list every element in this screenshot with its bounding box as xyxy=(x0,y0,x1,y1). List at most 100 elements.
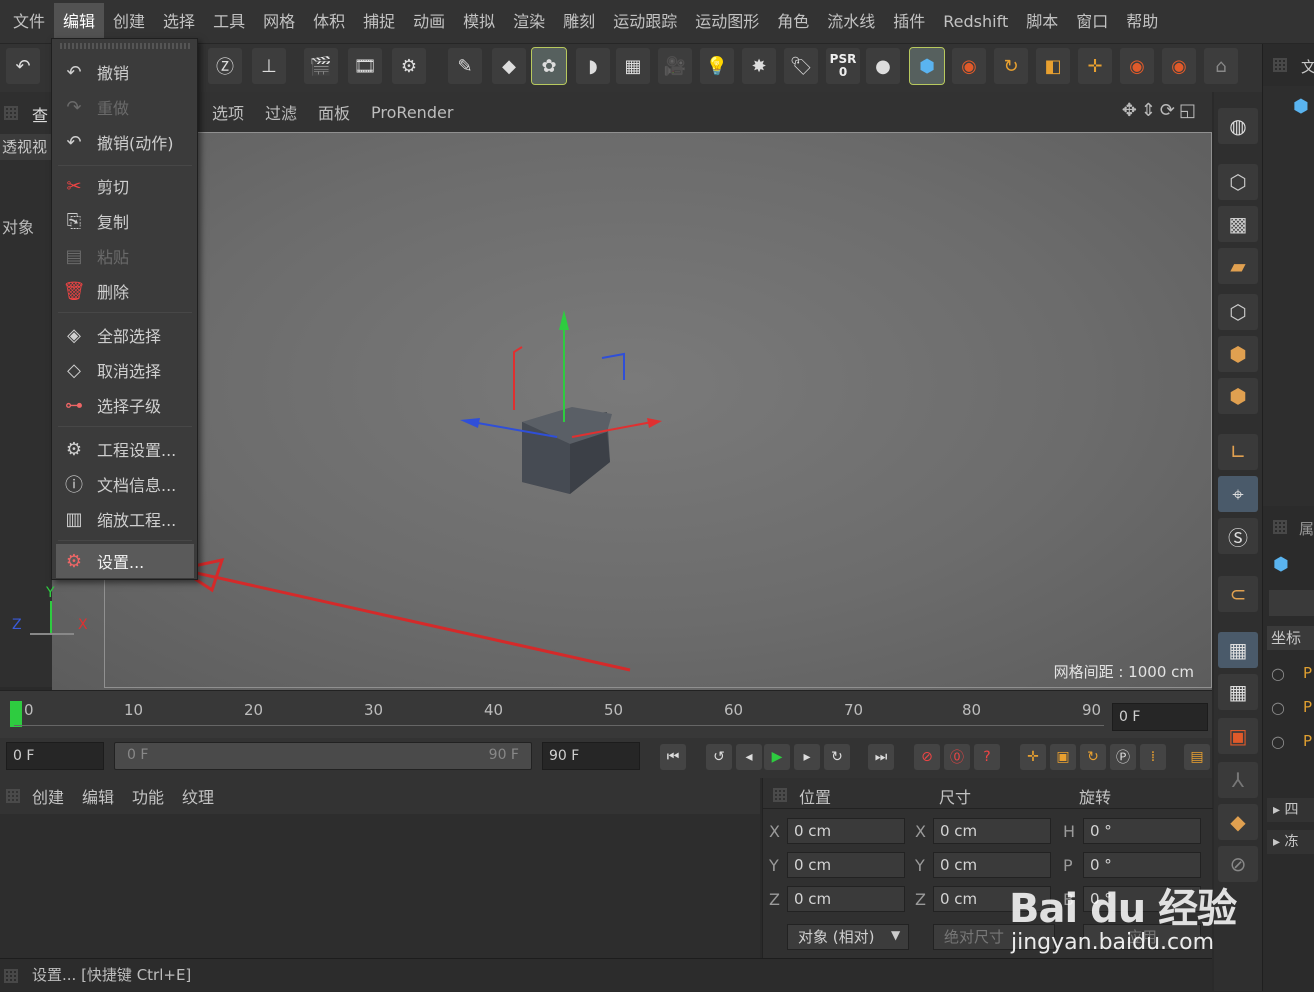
menu-pipeline[interactable]: 流水线 xyxy=(818,3,884,41)
current-frame-field[interactable]: 0 F xyxy=(1112,703,1208,731)
menu-animate[interactable]: 动画 xyxy=(404,3,454,41)
material-menu-function[interactable]: 功能 xyxy=(132,784,164,808)
playhead[interactable] xyxy=(10,701,22,727)
point-mode-icon[interactable]: ⬡ xyxy=(1218,294,1258,330)
z-axis-lock-icon[interactable]: Ⓩ xyxy=(208,48,242,84)
frame-range-slider[interactable]: 0 F 90 F xyxy=(114,742,532,770)
menu-mograph[interactable]: 运动图形 xyxy=(686,3,768,41)
menu-item-delete[interactable]: 🗑 删除 xyxy=(56,274,194,308)
left-tab-perspective[interactable]: 透视视 xyxy=(0,134,52,160)
pos-y-input[interactable]: 0 cm xyxy=(787,852,905,878)
viewport-menu-panel[interactable]: 面板 xyxy=(318,100,350,124)
menu-item-select-all[interactable]: ◈ 全部选择 xyxy=(56,318,194,352)
workplane-mode-icon[interactable]: ▰ xyxy=(1218,248,1258,284)
subdivision-icon[interactable]: ✿ xyxy=(531,47,567,85)
viewport-solo-icon[interactable]: ▣ xyxy=(1218,718,1258,754)
camera-icon[interactable]: 🎥 xyxy=(658,48,692,84)
menu-item-deselect[interactable]: ◇ 取消选择 xyxy=(56,353,194,387)
menu-edit[interactable]: 编辑 xyxy=(54,2,105,41)
menu-item-paste[interactable]: ▤ 粘贴 xyxy=(56,239,194,273)
group-quaternion[interactable]: ▸ 四 xyxy=(1267,798,1314,822)
menu-item-settings[interactable]: ⚙ 设置... xyxy=(56,544,194,578)
cube-object-icon[interactable]: ⬢ xyxy=(1293,96,1309,117)
planar-workplane-icon[interactable]: ▦ xyxy=(1218,674,1258,710)
menu-help[interactable]: 帮助 xyxy=(1117,3,1167,41)
texture-mode-icon[interactable]: ▩ xyxy=(1218,206,1258,242)
rotate-icon[interactable]: ↻ xyxy=(994,48,1028,84)
menu-simulate[interactable]: 模拟 xyxy=(454,3,504,41)
pos-x-input[interactable]: 0 cm xyxy=(787,818,905,844)
menu-item-redo[interactable]: ↷ 重做 xyxy=(56,90,194,124)
move-icon[interactable]: ✛ xyxy=(1078,48,1112,84)
lock-workplane-icon[interactable]: ▦ xyxy=(1218,632,1258,668)
attributes-tab[interactable]: 属 xyxy=(1299,518,1314,539)
pen-icon[interactable]: ✎ xyxy=(448,48,482,84)
material-menu-texture[interactable]: 纹理 xyxy=(182,784,214,808)
next-frame-icon[interactable]: ▸ xyxy=(794,744,820,770)
key-scale-icon[interactable]: ▣ xyxy=(1050,744,1076,770)
character-icon[interactable]: ⅄ xyxy=(1218,762,1258,798)
cube-primitive-icon[interactable]: ◆ xyxy=(492,48,526,84)
attribute-field[interactable] xyxy=(1269,590,1314,616)
radio-p3[interactable]: ○ xyxy=(1271,732,1285,751)
menu-snap[interactable]: 捕捉 xyxy=(354,3,404,41)
key-rotation-icon[interactable]: ↻ xyxy=(1080,744,1106,770)
play-icon[interactable]: ▶ xyxy=(764,744,790,770)
go-to-end-icon[interactable]: ⏭ xyxy=(868,744,894,770)
rotation-handle-blue[interactable] xyxy=(601,352,625,380)
menu-motion-tracking[interactable]: 运动跟踪 xyxy=(604,3,686,41)
viewport-nav-icons[interactable]: ✥⇕⟳◱ xyxy=(1122,100,1200,121)
rot-h-input[interactable]: 0 ° xyxy=(1083,818,1201,844)
record-keys-icon[interactable]: ⊘ xyxy=(914,744,940,770)
pos-z-input[interactable]: 0 cm xyxy=(787,886,905,912)
menu-volume[interactable]: 体积 xyxy=(304,3,354,41)
start-frame-field[interactable]: 0 F xyxy=(6,742,104,770)
floor-icon[interactable]: ▦ xyxy=(616,48,650,84)
pointer-alt-icon[interactable]: ◉ xyxy=(1162,48,1196,84)
end-frame-field[interactable]: 90 F xyxy=(542,742,640,770)
material-menu-edit[interactable]: 编辑 xyxy=(82,784,114,808)
axis-mode-icon[interactable]: ∟ xyxy=(1218,434,1258,470)
object-manager-list[interactable]: ⬢ xyxy=(1263,86,1314,506)
3d-viewport[interactable]: 网格间距 : 1000 cm xyxy=(52,132,1212,690)
effector-icon[interactable]: ✸ xyxy=(742,48,776,84)
menu-mesh[interactable]: 网格 xyxy=(254,3,304,41)
menu-item-undo-action[interactable]: ↶ 撤销(动作) xyxy=(56,125,194,159)
menu-item-cut[interactable]: ✂ 剪切 xyxy=(56,169,194,203)
menu-item-select-children[interactable]: ⊶ 选择子级 xyxy=(56,388,194,422)
menu-sculpt[interactable]: 雕刻 xyxy=(554,3,604,41)
menu-item-copy[interactable]: ⎘ 复制 xyxy=(56,204,194,238)
edge-mode-icon[interactable]: ⬢ xyxy=(1218,336,1258,372)
size-x-input[interactable]: 0 cm xyxy=(933,818,1051,844)
timeline[interactable]: 0 10 20 30 40 50 60 70 80 90 0 F xyxy=(0,690,1212,738)
rotation-handle-red[interactable] xyxy=(513,346,523,410)
timeline-window-icon[interactable]: ▤ xyxy=(1184,744,1210,770)
keyframe-selection-icon[interactable]: ? xyxy=(974,744,1000,770)
render-view-icon[interactable]: 🎬 xyxy=(304,48,338,84)
previous-frame-icon[interactable]: ◂ xyxy=(736,744,762,770)
select-live-icon[interactable]: ◉ xyxy=(952,48,986,84)
left-tab-view[interactable]: 查 xyxy=(32,102,48,126)
deformer-icon[interactable]: ◗ xyxy=(576,48,610,84)
left-tab-objects[interactable]: 对象 xyxy=(2,214,34,238)
menu-item-undo[interactable]: ↶ 撤销 xyxy=(56,55,194,89)
viewport-menu-filter[interactable]: 过滤 xyxy=(265,100,297,124)
go-to-start-icon[interactable]: ⏮ xyxy=(660,744,686,770)
menu-item-scale-project[interactable]: ▥ 缩放工程... xyxy=(56,502,194,536)
snap-icon[interactable]: ⊂ xyxy=(1218,576,1258,612)
globe-icon[interactable]: ◍ xyxy=(1218,108,1258,144)
undo-icon[interactable]: ↶ xyxy=(6,48,40,84)
menu-tearoff-grip[interactable] xyxy=(60,43,190,49)
scale-icon[interactable]: ◧ xyxy=(1036,48,1070,84)
psr-icon[interactable]: PSR 0 xyxy=(826,48,860,84)
key-point-level-icon[interactable]: ⁞ xyxy=(1140,744,1166,770)
solo-icon[interactable]: Ⓢ xyxy=(1218,518,1258,554)
menu-redshift[interactable]: Redshift xyxy=(934,3,1017,41)
menu-script[interactable]: 脚本 xyxy=(1017,3,1067,41)
menu-item-project-settings[interactable]: ⚙ 工程设置... xyxy=(56,432,194,466)
key-position-icon[interactable]: ✛ xyxy=(1020,744,1046,770)
light-icon[interactable]: 💡 xyxy=(700,48,734,84)
coord-tab[interactable]: 坐标 xyxy=(1267,626,1314,650)
render-picture-viewer-icon[interactable]: 🎞 xyxy=(348,48,382,84)
menu-create[interactable]: 创建 xyxy=(104,3,154,41)
